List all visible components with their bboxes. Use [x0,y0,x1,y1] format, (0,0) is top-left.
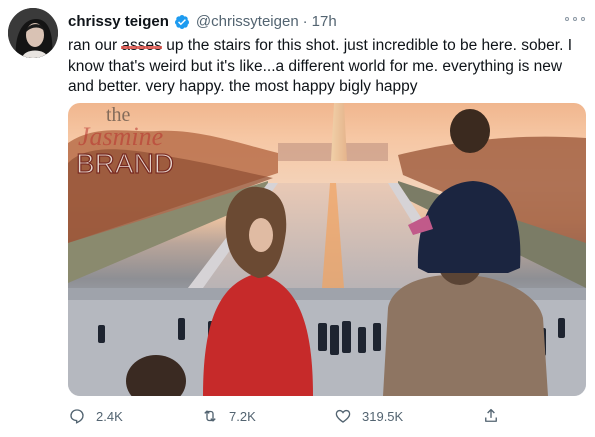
separator-dot: · [302,13,308,30]
watermark-logo: the Jasmine BRAND [75,104,174,180]
like-count: 319.5K [362,408,404,424]
avatar-photo [8,8,58,58]
share-icon [485,408,497,422]
tweet-photo[interactable]: the Jasmine BRAND [68,103,586,396]
svg-text:BRAND: BRAND [76,148,174,179]
like-button[interactable]: 319.5K [334,404,403,428]
avatar[interactable] [8,8,58,58]
reply-icon [70,409,84,424]
retweet-icon [204,410,216,422]
verified-badge-icon [174,15,189,29]
retweet-count: 7.2K [229,408,256,424]
display-name[interactable]: chrissy teigen [68,12,169,32]
share-button[interactable] [482,404,510,428]
tweet-card[interactable]: chrissy teigen @chrissyteigen · 17h ran … [0,0,595,437]
retweet-button[interactable]: 7.2K [201,404,256,428]
more-options-icon[interactable] [565,14,585,24]
tweet-header: chrissy teigen @chrissyteigen · 17h [68,12,565,32]
struck-word: asses [121,36,162,57]
handle[interactable]: @chrissyteigen [196,12,299,32]
svg-text:Jasmine: Jasmine [78,122,163,151]
reply-button[interactable]: 2.4K [68,404,123,428]
reply-count: 2.4K [96,408,123,424]
tweet-text-part-1: ran our [68,37,122,54]
timestamp[interactable]: 17h [312,12,337,32]
action-bar: 2.4K 7.2K 319.5K [68,404,528,428]
tweet-text: ran our asses up the stairs for this sho… [68,36,588,98]
heart-icon [335,409,351,423]
